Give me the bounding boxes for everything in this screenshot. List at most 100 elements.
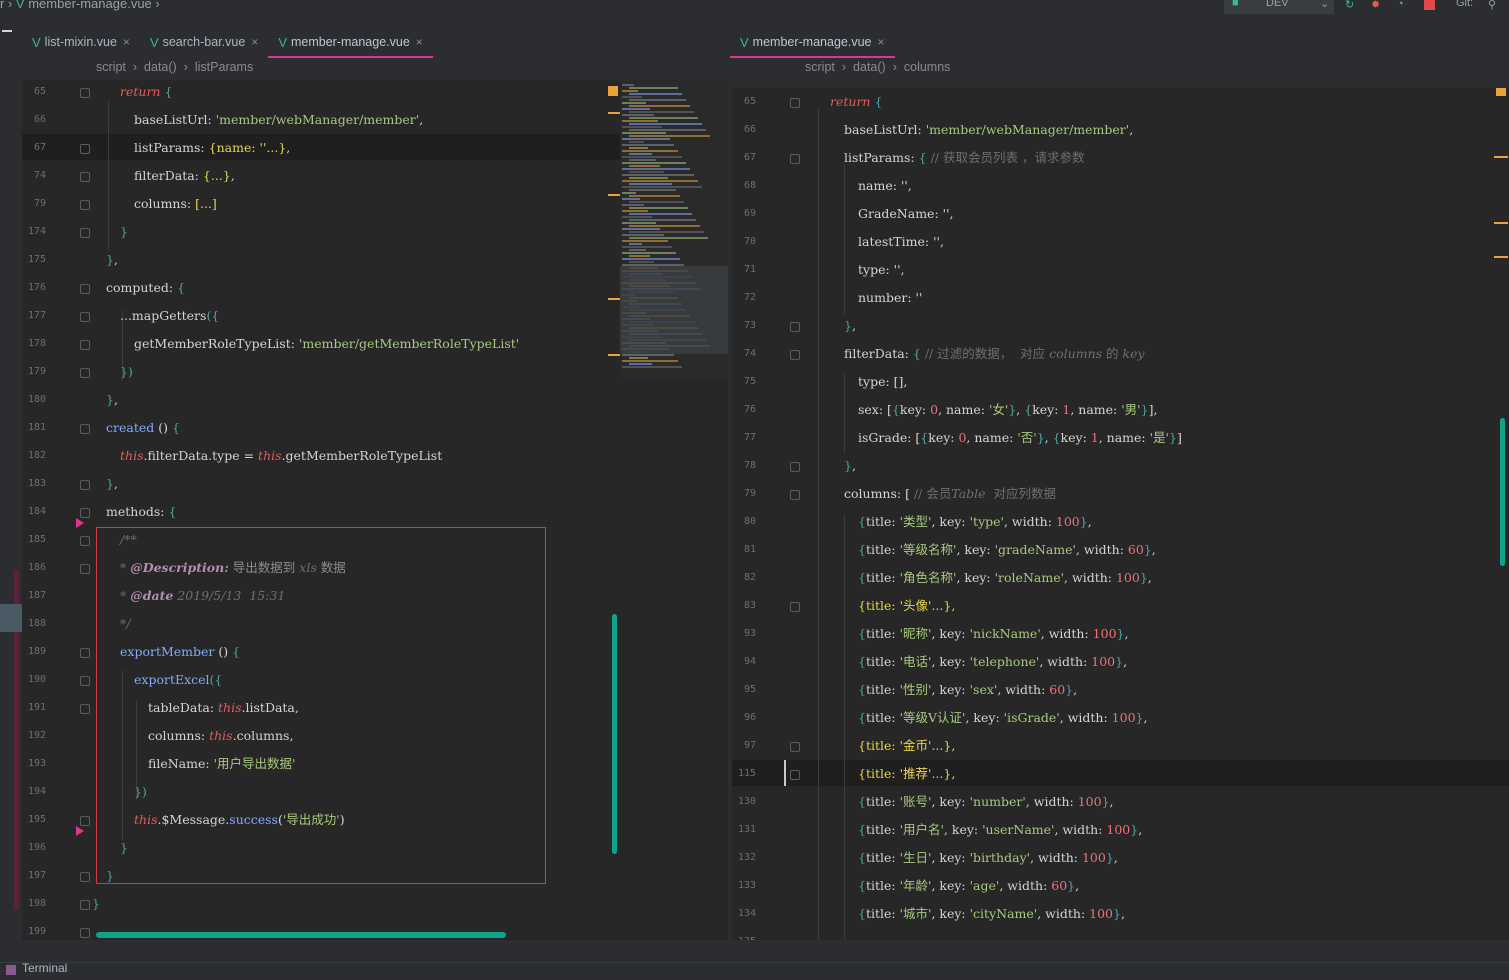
fold-toggle-icon[interactable]: [790, 742, 800, 752]
breadcrumb-item[interactable]: columns: [904, 60, 951, 74]
line-number: 67: [33, 142, 46, 153]
fold-toggle-icon[interactable]: [790, 154, 800, 164]
line-number: 81: [743, 544, 756, 555]
terminal-icon[interactable]: [6, 965, 16, 975]
code-token: }: [1113, 906, 1121, 921]
side-panel-handle[interactable]: [0, 604, 22, 632]
line-number: 72: [743, 292, 756, 303]
folded-region[interactable]: {title: '金币'...},: [858, 738, 955, 753]
fold-toggle-icon[interactable]: [80, 900, 90, 910]
close-icon[interactable]: ×: [416, 35, 423, 49]
vertical-scrollbar[interactable]: [612, 614, 617, 854]
tab-search-bar[interactable]: V search-bar.vue ×: [140, 26, 268, 58]
fold-toggle-icon[interactable]: [790, 98, 800, 108]
chevron-right-icon: ›: [841, 60, 847, 74]
fold-toggle-icon[interactable]: [80, 172, 90, 182]
profile-icon[interactable]: ◔: [1397, 0, 1404, 12]
breadcrumb-item[interactable]: listParams: [195, 60, 253, 74]
code-token: title:: [865, 654, 900, 669]
fold-toggle-icon[interactable]: [790, 322, 800, 332]
line-number: 196: [27, 842, 46, 853]
minimap-line: [629, 153, 652, 155]
stop-icon[interactable]: [1424, 0, 1435, 10]
fold-toggle-icon[interactable]: [790, 350, 800, 360]
text-cursor: [784, 760, 786, 786]
breakpoint-icon[interactable]: [76, 518, 84, 528]
left-editor[interactable]: 65 66 67 74 79 174 175 176 177 178 179 180 181 182 183…: [22, 80, 728, 940]
fold-toggle-icon[interactable]: [80, 228, 90, 238]
breadcrumb-item[interactable]: data(): [144, 60, 177, 74]
fold-toggle-icon[interactable]: [80, 648, 90, 658]
status-bar: Terminal: [0, 961, 1509, 980]
minimap-line: [629, 189, 676, 191]
fold-toggle-icon[interactable]: [80, 704, 90, 714]
terminal-tab[interactable]: Terminal: [22, 961, 67, 975]
line-number: 80: [743, 516, 756, 527]
fold-toggle-icon[interactable]: [80, 312, 90, 322]
close-icon[interactable]: ×: [251, 35, 258, 49]
fold-toggle-icon[interactable]: [80, 676, 90, 686]
fold-toggle-icon[interactable]: [80, 564, 90, 574]
right-editor[interactable]: 65 66 67 68 69 70 71 72 73 74 75 76 77 78 79 80 81 82 83 93…: [732, 88, 1509, 940]
breadcrumb-item[interactable]: script: [805, 60, 835, 74]
fold-toggle-icon[interactable]: [80, 200, 90, 210]
folded-region[interactable]: {name: ''...}: [209, 140, 287, 155]
fold-toggle-icon[interactable]: [80, 340, 90, 350]
minimap-line: [629, 243, 642, 245]
fold-toggle-icon[interactable]: [80, 872, 90, 882]
git-fetch-icon[interactable]: ⚲: [1488, 0, 1496, 12]
warning-icon[interactable]: [1496, 88, 1506, 96]
fold-toggle-icon[interactable]: [80, 424, 90, 434]
collapse-icon[interactable]: [2, 30, 12, 32]
left-code-breadcrumb: script › data() › listParams: [96, 60, 253, 78]
folded-region[interactable]: {title: '推荐'...},: [858, 766, 955, 781]
folded-region[interactable]: {title: '头像'...},: [858, 598, 955, 613]
debug-icon[interactable]: ✹: [1371, 0, 1380, 12]
fold-toggle-icon[interactable]: [80, 816, 90, 826]
fold-toggle-icon[interactable]: [80, 88, 90, 98]
fold-toggle-icon[interactable]: [80, 284, 90, 294]
minimap-line: [622, 126, 662, 128]
tab-member-manage-right[interactable]: V member-manage.vue ×: [730, 26, 895, 58]
fold-toggle-icon[interactable]: [790, 602, 800, 612]
close-icon[interactable]: ×: [877, 35, 884, 49]
code-token: {: [858, 626, 866, 641]
breakpoint-icon[interactable]: [76, 826, 84, 836]
code-token: ,: [1113, 850, 1118, 865]
git-label[interactable]: Git:: [1456, 0, 1473, 11]
fold-toggle-icon[interactable]: [80, 144, 90, 154]
rerun-icon[interactable]: ↻: [1345, 0, 1354, 12]
fold-toggle-icon[interactable]: [80, 536, 90, 546]
nav-file-label[interactable]: member-manage.vue: [28, 0, 152, 11]
run-config-label: DEV: [1266, 0, 1289, 9]
fold-toggle-icon[interactable]: [790, 490, 800, 500]
folded-region[interactable]: {...}: [203, 168, 231, 183]
tab-list-mixin[interactable]: V list-mixin.vue ×: [22, 26, 140, 58]
fold-toggle-icon[interactable]: [80, 508, 90, 518]
breadcrumb-item[interactable]: script: [96, 60, 126, 74]
fold-toggle-icon[interactable]: [80, 480, 90, 490]
code-string: 'number': [969, 794, 1026, 809]
breadcrumb-item[interactable]: data(): [853, 60, 886, 74]
folded-region[interactable]: [...]: [195, 196, 217, 211]
fold-toggle-icon[interactable]: [790, 462, 800, 472]
minimap-viewport[interactable]: [620, 266, 728, 354]
minimap-line: [622, 96, 642, 98]
code-token: columns:: [134, 196, 192, 211]
line-number: 74: [33, 170, 46, 181]
code-comment: 的: [1102, 346, 1123, 361]
line-number: 177: [27, 310, 46, 321]
run-config-select[interactable]: ■ DEV ⌄: [1224, 0, 1334, 14]
minimap-line: [622, 120, 658, 122]
close-icon[interactable]: ×: [123, 35, 130, 49]
code-number: 100: [1077, 794, 1102, 809]
tab-member-manage[interactable]: V member-manage.vue ×: [268, 26, 433, 58]
fold-toggle-icon[interactable]: [790, 770, 800, 780]
fold-toggle-icon[interactable]: [80, 368, 90, 378]
minimap-line: [622, 228, 660, 230]
vertical-scrollbar[interactable]: [1500, 418, 1505, 566]
navigation-breadcrumb: r › V member-manage.vue ›: [0, 0, 160, 11]
horizontal-scrollbar[interactable]: [96, 932, 506, 938]
fold-toggle-icon[interactable]: [80, 928, 90, 938]
warning-icon[interactable]: [608, 86, 618, 96]
